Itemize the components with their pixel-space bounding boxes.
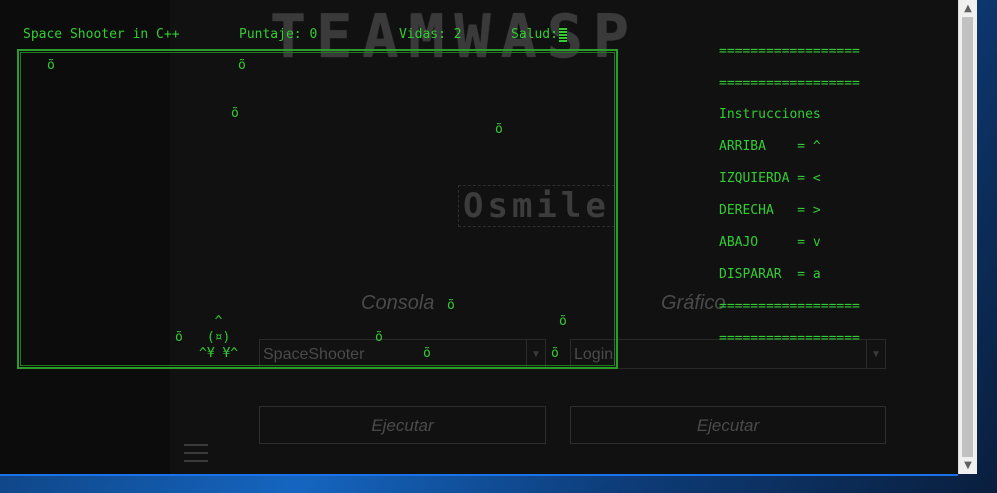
instruction-fire: DISPARAR = a: [719, 267, 821, 282]
graphic-section-label: Gráfico: [661, 292, 726, 314]
console-window: TEAMWASP Osmile Consola Gráfico SpaceSho…: [0, 0, 958, 474]
score-display: Puntaje: 0: [239, 27, 318, 42]
chevron-down-icon[interactable]: ▼: [866, 340, 885, 368]
run-console-button[interactable]: Ejecutar: [259, 406, 546, 444]
asteroid: õ: [447, 298, 455, 313]
asteroid: õ: [559, 314, 567, 329]
asteroid: õ: [551, 346, 559, 361]
asteroid: õ: [47, 58, 55, 73]
instructions-heading: Instrucciones: [719, 107, 821, 122]
lives-display: Vidas: 2: [399, 27, 462, 42]
ship-body: (¤): [199, 330, 231, 345]
vertical-scrollbar[interactable]: ▲ ▼: [958, 0, 977, 474]
run-graphic-button[interactable]: Ejecutar: [570, 406, 886, 444]
asteroid: õ: [423, 346, 431, 361]
instructions-separator: ==================: [719, 76, 860, 91]
instruction-left: IZQUIERDA = <: [719, 171, 821, 186]
scrollbar-thumb[interactable]: [962, 17, 973, 457]
scroll-up-icon[interactable]: ▲: [959, 0, 977, 17]
instructions-separator: ==================: [719, 331, 860, 346]
ship-nose: ^: [199, 314, 223, 329]
instruction-up: ARRIBA = ^: [719, 139, 821, 154]
instruction-down: ABAJO = v: [719, 235, 821, 250]
asteroid: õ: [231, 106, 239, 121]
asteroid: õ: [495, 122, 503, 137]
ship-wings: ^¥ ¥^: [199, 346, 239, 361]
game-border-inner: [20, 52, 615, 366]
asteroid: õ: [238, 58, 246, 73]
health-bar: [559, 27, 567, 42]
instruction-right: DERECHA = >: [719, 203, 821, 218]
taskbar-edge: [0, 474, 958, 476]
instructions-separator: ==================: [719, 44, 860, 59]
menu-icon[interactable]: [184, 444, 208, 468]
scroll-down-icon[interactable]: ▼: [959, 457, 977, 474]
asteroid: õ: [175, 330, 183, 345]
asteroid: õ: [375, 330, 383, 345]
game-title: Space Shooter in C++: [23, 27, 180, 42]
instructions-separator: ==================: [719, 299, 860, 314]
health-label: Salud:: [511, 27, 558, 42]
